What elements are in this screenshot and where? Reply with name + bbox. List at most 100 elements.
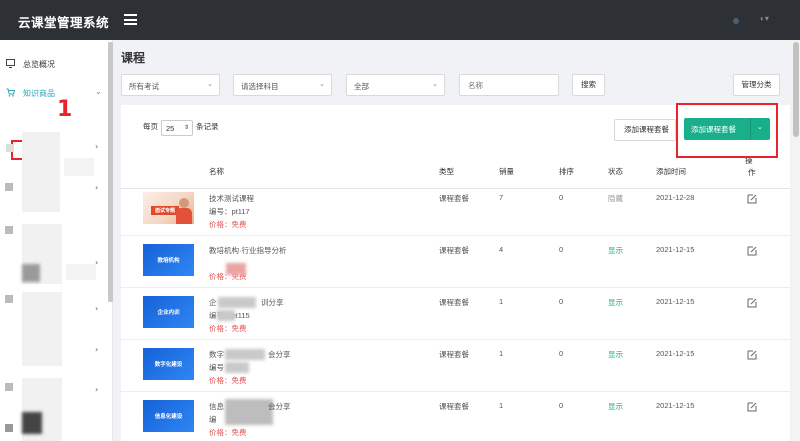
course-type: 课程套餐 [439, 350, 469, 359]
col-name: 名称 [209, 167, 224, 176]
course-date: 2021-12-15 [656, 245, 695, 254]
sidebar-item-overview[interactable]: 总览概况 [0, 56, 108, 72]
chevron-down-icon: ⌄ [319, 81, 325, 88]
course-order: 0 [559, 401, 564, 410]
sidebar-scrollbar[interactable] [108, 42, 113, 302]
thumbnail-text: 教培机构 [157, 258, 180, 264]
table-row[interactable]: 面试专题 技术测试课程 编号：pt117 价格：免费 课程套餐 7 0 隐藏 2… [121, 185, 790, 236]
course-thumbnail: 教培机构 [143, 244, 194, 276]
course-thumbnail: 企业内训 [143, 296, 194, 328]
course-name: 企 [209, 298, 217, 307]
blurred-region [22, 292, 62, 366]
course-name: 教培机构·行业指导分析 [209, 246, 287, 255]
box-icon [5, 424, 13, 432]
course-order: 0 [559, 193, 564, 202]
course-status[interactable]: 显示 [608, 297, 623, 308]
course-price: 价格：免费 [209, 428, 247, 437]
col-date: 添加时间 [656, 167, 686, 176]
blurred-region [66, 264, 96, 280]
chevron-right-icon: › [95, 142, 99, 151]
course-type: 课程套餐 [439, 246, 469, 255]
edit-icon[interactable] [747, 194, 757, 204]
user-menu-icon[interactable]: ◐▾ [760, 14, 774, 26]
course-type: 课程套餐 [439, 298, 469, 307]
annotation-number-one: 1 [57, 97, 73, 122]
course-date: 2021-12-28 [656, 193, 695, 202]
col-type: 类型 [439, 167, 454, 176]
chevron-down-icon[interactable]: ⌄ [757, 123, 763, 131]
add-course-package-label: 添加课程套餐 [691, 125, 736, 134]
exam-select[interactable]: 所有考试 ⌄ [121, 74, 220, 96]
page-title: 课程 [121, 51, 146, 65]
edit-icon[interactable] [747, 402, 757, 412]
course-name: 信息 [209, 402, 224, 411]
course-sales: 7 [499, 193, 504, 202]
edit-icon[interactable] [747, 298, 757, 308]
course-name: 数字 [209, 350, 224, 359]
course-code: 编号 [209, 363, 224, 372]
course-code: 编 [209, 415, 217, 424]
course-type: 课程套餐 [439, 402, 469, 411]
perpage-select[interactable]: 25 ⇕ [161, 120, 193, 136]
course-order: 0 [559, 349, 564, 358]
edit-icon[interactable] [747, 246, 757, 256]
name-search-input[interactable] [459, 74, 559, 96]
subject-select[interactable]: 请选择科目 ⌄ [233, 74, 332, 96]
add-course-package-button[interactable]: 添加课程套餐 ⌄ [684, 118, 770, 140]
course-date: 2021-12-15 [656, 349, 695, 358]
table-row[interactable]: 企业内训 企 训分享 编号：pt115 价格：免费 课程套餐 1 0 显示 20… [121, 289, 790, 340]
menu-toggle-icon[interactable] [124, 14, 137, 25]
search-button[interactable]: 搜索 [572, 74, 605, 96]
course-price: 价格：免费 [209, 324, 247, 333]
course-order: 0 [559, 297, 564, 306]
course-sales: 1 [499, 401, 504, 410]
table-row[interactable]: 教培机构 教培机构·行业指导分析 价格：免费 课程套餐 4 0 显示 2021-… [121, 237, 790, 288]
thumbnail-text: 信息化建设 [154, 414, 183, 420]
course-type: 课程套餐 [439, 194, 469, 203]
app-title: 云课堂管理系统 [18, 16, 110, 30]
chevron-right-icon: › [95, 385, 99, 394]
folder-icon [5, 295, 13, 303]
page-scrollbar-thumb[interactable] [793, 42, 799, 137]
table-row[interactable]: 数字化建设 数字 会分享 编号 价格：免费 课程套餐 1 0 显示 2021-1… [121, 341, 790, 392]
cart-icon [6, 88, 16, 97]
blurred-region [225, 399, 273, 425]
blurred-region [22, 264, 40, 282]
add-course-button[interactable]: 添加课程套餐 [614, 119, 676, 141]
blurred-region [225, 362, 249, 373]
settings-icon [5, 383, 13, 391]
perpage-suffix: 条记录 [196, 122, 219, 131]
blurred-icon [6, 144, 14, 152]
blurred-region [22, 132, 60, 212]
scope-select[interactable]: 全部 ⌄ [346, 74, 445, 96]
table-row[interactable]: 信息化建设 信息 会分享 编 价格：免费 课程套餐 1 0 显示 2021-12… [121, 393, 790, 441]
col-order: 排序 [559, 167, 574, 176]
course-price: 价格：免费 [209, 220, 247, 229]
course-status[interactable]: 显示 [608, 245, 623, 256]
sidebar-item-products[interactable]: 知识商品 ⌄ [0, 85, 108, 101]
manage-category-button[interactable]: 管理分类 [733, 74, 780, 96]
course-price: 价格：免费 [209, 376, 247, 385]
course-status[interactable]: 显示 [608, 401, 623, 412]
chevron-down-icon: ⌄ [95, 87, 102, 96]
blurred-region [22, 412, 42, 434]
course-name-tail: 会分享 [268, 402, 291, 411]
blurred-region [217, 310, 235, 321]
notification-icon[interactable] [733, 18, 739, 24]
chevron-right-icon: › [95, 304, 99, 313]
course-status[interactable]: 隐藏 [608, 193, 623, 204]
user-icon [5, 226, 13, 234]
col-sales: 销量 [499, 167, 514, 176]
course-thumbnail: 信息化建设 [143, 400, 194, 432]
course-status[interactable]: 显示 [608, 349, 623, 360]
chart-icon [5, 183, 13, 191]
col-status: 状态 [608, 167, 623, 176]
perpage-value: 25 [166, 124, 175, 133]
course-name-tail: 训分享 [261, 298, 284, 307]
thumbnail-text: 面试专题 [151, 206, 179, 215]
course-sales: 1 [499, 349, 504, 358]
course-date: 2021-12-15 [656, 401, 695, 410]
edit-icon[interactable] [747, 350, 757, 360]
thumbnail-text: 数字化建设 [154, 362, 183, 368]
perpage-prefix: 每页 [143, 122, 158, 131]
